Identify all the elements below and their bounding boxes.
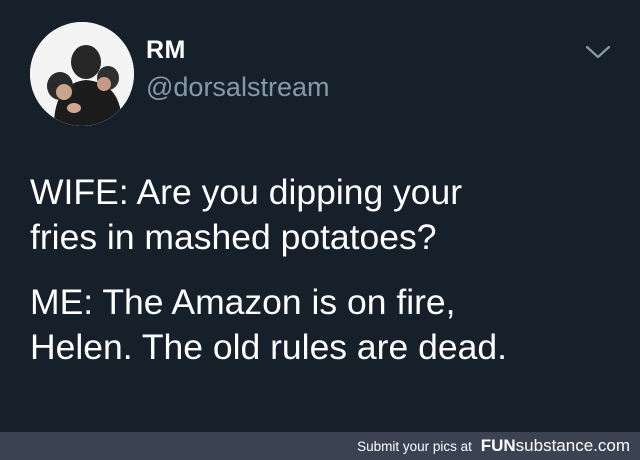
avatar-image xyxy=(30,22,134,126)
tweet-line: Helen. The old rules are dead. xyxy=(30,327,507,367)
brand-bold: FUN xyxy=(480,436,516,455)
submit-text: Submit your pics at xyxy=(357,439,472,454)
tweet-line: WIFE: Are you dipping your xyxy=(30,172,463,212)
tweet-text: WIFE: Are you dipping your fries in mash… xyxy=(30,170,620,370)
brand-logo[interactable]: FUNsubstance.com xyxy=(481,436,630,455)
watermark-text: Submit your pics at FUNsubstance.com xyxy=(357,436,630,455)
watermark-footer: Submit your pics at FUNsubstance.com xyxy=(0,432,640,460)
tweet-paragraph: WIFE: Are you dipping your fries in mash… xyxy=(30,170,620,260)
brand-rest: substance.com xyxy=(515,436,630,455)
tweet-card: RM @dorsalstream WIFE: Are you dipping y… xyxy=(0,0,640,432)
tweet-paragraph: ME: The Amazon is on fire, Helen. The ol… xyxy=(30,280,620,370)
avatar[interactable] xyxy=(30,22,134,126)
tweet-line: fries in mashed potatoes? xyxy=(30,217,437,257)
user-handle[interactable]: @dorsalstream xyxy=(146,72,329,103)
tweet-line: ME: The Amazon is on fire, xyxy=(30,282,456,322)
display-name[interactable]: RM xyxy=(146,36,186,65)
chevron-down-icon[interactable] xyxy=(584,42,612,62)
